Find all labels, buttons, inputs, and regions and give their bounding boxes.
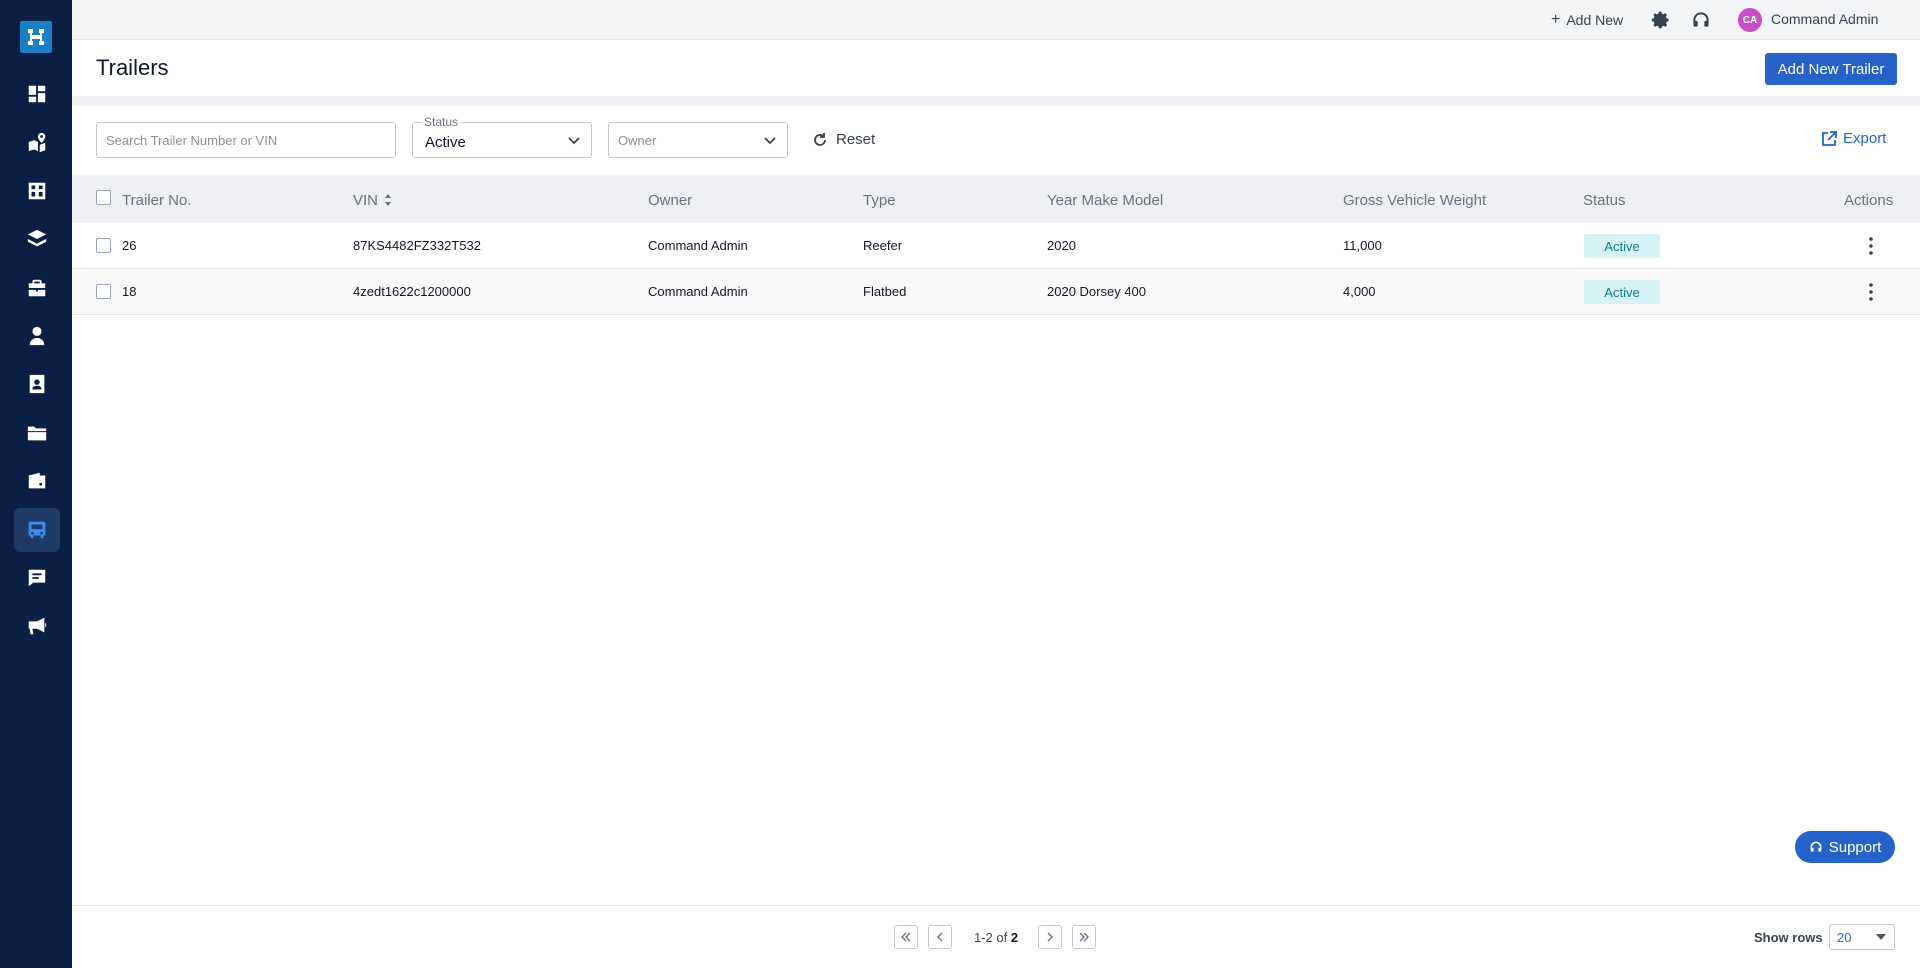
status-badge: Active [1584,234,1660,258]
column-header-gross-vehicle-weight[interactable]: Gross Vehicle Weight [1343,192,1486,209]
rows-per-page-select[interactable]: 20 [1829,924,1895,950]
status-select[interactable]: Status Active [412,115,592,158]
column-header-trailer-no[interactable]: Trailer No. [122,192,191,209]
wallet-icon[interactable] [14,459,60,503]
page-title: Trailers [96,55,169,80]
support-label: Support [1828,838,1882,856]
external-link-icon [1822,130,1837,146]
cell-owner: Command Admin [648,284,748,299]
chevron-down-icon [764,137,776,145]
select-all-checkbox[interactable] [96,190,111,205]
cell-type: Flatbed [863,284,907,299]
row-checkbox[interactable] [96,238,111,253]
contacts-icon[interactable] [14,362,60,406]
megaphone-icon[interactable] [14,604,60,648]
chevron-right-icon [1047,932,1053,942]
rows-per-page-value: 20 [1837,930,1852,945]
trailer-vehicle-icon[interactable] [14,508,60,552]
pagination-footer: 1-2 of 2 Show rows 20 [72,905,1920,968]
app-logo-icon[interactable] [20,21,52,53]
cell-gross-vehicle-weight: 11,000 [1343,238,1382,253]
building-icon[interactable] [14,169,60,213]
top-bar: + Add New CA Command Admin [72,0,1920,40]
chat-icon[interactable] [14,556,60,600]
owner-select-placeholder: Owner [618,133,657,148]
table-header: Trailer No. VIN Owner Type Year Make Mod… [72,175,1920,223]
column-header-type[interactable]: Type [863,192,896,209]
dashboard-icon[interactable] [14,72,60,116]
previous-page-button[interactable] [928,925,952,949]
headset-icon [1810,841,1822,852]
cell-year-make-model: 2020 Dorsey 400 [1047,284,1147,299]
column-header-actions: Actions [1844,192,1894,209]
cell-gross-vehicle-weight: 4,000 [1343,284,1376,299]
export-label: Export [1843,130,1887,147]
status-select-label: Status [421,115,462,129]
folder-icon[interactable] [14,411,60,455]
page-range-value: 1-2 [974,930,993,945]
header-divider [72,96,1920,106]
more-actions-icon[interactable] [1863,281,1879,303]
add-new-menu[interactable]: + Add New [1551,11,1623,29]
column-header-status[interactable]: Status [1583,192,1626,209]
export-button[interactable]: Export [1821,130,1886,147]
chevron-left-icon [937,932,943,942]
page-header: Trailers Add New Trailer [72,40,1920,96]
cell-trailer-no: 18 [122,284,137,299]
search-input[interactable] [96,122,396,158]
cell-trailer-no: 26 [122,238,137,253]
table-row[interactable]: 26 87KS4482FZ332T532 Command Admin Reefe… [72,223,1920,269]
column-header-owner[interactable]: Owner [648,192,692,209]
headset-icon[interactable] [1691,10,1711,30]
owner-select[interactable]: Owner [608,122,788,158]
cell-owner: Command Admin [648,238,748,253]
support-button[interactable]: Support [1795,831,1895,863]
show-rows-label: Show rows [1754,930,1823,945]
add-new-label: Add New [1566,12,1624,28]
row-checkbox[interactable] [96,284,111,299]
user-avatar[interactable]: CA [1738,8,1762,32]
refresh-icon [814,132,826,146]
sort-icon[interactable] [384,193,392,207]
column-header-vin[interactable]: VIN [353,192,378,209]
add-new-trailer-button[interactable]: Add New Trailer [1765,53,1897,85]
cell-vin: 87KS4482FZ332T532 [353,238,481,253]
reset-button[interactable]: Reset [812,131,875,148]
cell-vin: 4zedt1622c1200000 [353,284,471,299]
double-chevron-left-icon [901,932,911,942]
caret-down-icon [1876,934,1886,940]
map-route-icon[interactable] [14,120,60,164]
page-total: 2 [1010,930,1019,945]
more-actions-icon[interactable] [1863,235,1879,257]
plus-icon: + [1551,11,1561,28]
page-range-of: of [996,930,1008,945]
reset-label: Reset [836,131,876,148]
page-range: 1-2 of 2 [974,930,1018,945]
user-name[interactable]: Command Admin [1771,11,1878,27]
gear-icon[interactable] [1651,10,1671,30]
first-page-button[interactable] [894,925,918,949]
cell-year-make-model: 2020 [1047,238,1076,253]
chevron-down-icon [568,137,580,145]
driver-icon[interactable] [14,314,60,358]
layers-icon[interactable] [14,217,60,261]
sidebar [0,0,72,968]
table-row[interactable]: 18 4zedt1622c1200000 Command Admin Flatb… [72,269,1920,315]
last-page-button[interactable] [1072,925,1096,949]
column-header-year-make-model[interactable]: Year Make Model [1047,192,1163,209]
next-page-button[interactable] [1038,925,1062,949]
double-chevron-right-icon [1079,932,1089,942]
status-badge: Active [1584,280,1660,304]
cell-type: Reefer [863,238,903,253]
status-select-value: Active [425,134,466,151]
briefcase-icon[interactable] [14,266,60,310]
